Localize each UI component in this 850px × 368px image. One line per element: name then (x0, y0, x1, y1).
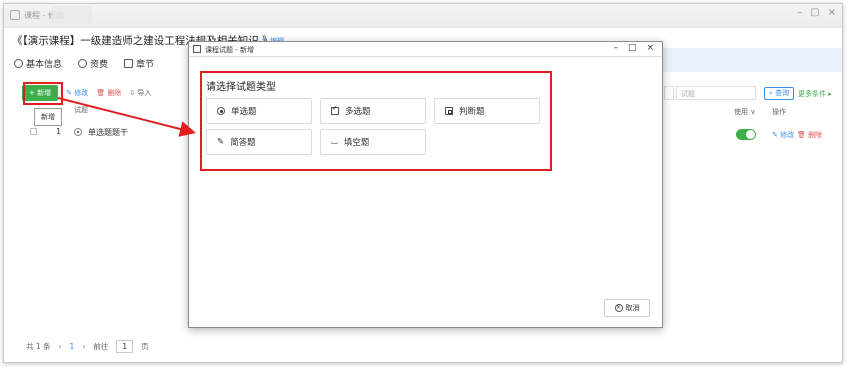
type-fill-blank-button[interactable]: ⌴ 填空题 (320, 129, 426, 155)
radio-icon (217, 107, 225, 115)
delete-button[interactable]: 🗑 删除 (96, 88, 121, 98)
app-titlebar: 课程 - 修改 – ▢ × (4, 4, 842, 28)
window-icon (193, 45, 201, 53)
current-page[interactable]: 1 (70, 342, 75, 351)
column-use-label: 使用 (734, 108, 748, 116)
cancel-button[interactable]: × 取消 (604, 299, 650, 317)
modal-controls: – □ × (613, 43, 654, 53)
edit-button[interactable]: ✎ 修改 (66, 88, 88, 98)
search-prefix-box (664, 86, 674, 100)
course-tabs: 基本信息 资费 章节 (14, 57, 154, 70)
close-icon[interactable]: × (828, 7, 836, 18)
column-operation: 操作 (772, 108, 786, 116)
minimize-icon[interactable]: – (613, 43, 618, 53)
goto-prefix: 前往 (93, 342, 109, 351)
question-type-panel: 请选择试题类型 单选题 多选题 判断题 ✎ 简答题 ⌴ 填空题 (200, 71, 552, 171)
row-delete-link[interactable]: 🗑 删除 (797, 130, 822, 140)
tab-label: 资费 (90, 60, 109, 70)
app-logo-icon (10, 10, 20, 20)
import-label: 导入 (137, 89, 152, 97)
goto-suffix: 页 (141, 342, 149, 351)
delete-label: 删除 (107, 89, 122, 97)
query-label: 查询 (775, 89, 790, 97)
title-blur (52, 6, 92, 24)
use-toggle[interactable] (736, 129, 756, 140)
more-label: 更多条件 (798, 90, 826, 98)
window-controls: – ▢ × (797, 7, 836, 18)
row-checkbox[interactable] (30, 128, 37, 135)
maximize-icon[interactable]: ▢ (810, 7, 819, 18)
search-input[interactable]: 试题 (676, 86, 756, 100)
next-page-icon[interactable]: › (82, 342, 85, 351)
row-title: 单选题题干 (88, 128, 128, 137)
annotation-box-add (23, 82, 63, 105)
judge-icon (445, 107, 453, 115)
type-label: 多选题 (345, 107, 371, 117)
type-heading: 请选择试题类型 (206, 82, 276, 93)
row-edit-link[interactable]: ✎ 修改 (772, 130, 794, 140)
type-judge-button[interactable]: 判断题 (434, 98, 540, 124)
total-count: 共 1 条 (26, 342, 51, 351)
row-index: 1 (56, 127, 62, 136)
tab-label: 基本信息 (26, 60, 63, 70)
header-strip (662, 48, 842, 72)
edit-label: 修改 (74, 89, 89, 97)
money-icon (78, 59, 88, 68)
pagination: 共 1 条 ‹ 1 › 前往 1 页 (26, 340, 149, 353)
edit-icon: ✎ (217, 137, 225, 147)
import-button[interactable]: ⇩ 导入 (129, 88, 151, 98)
prev-page-icon[interactable]: ‹ (59, 342, 62, 351)
type-label: 判断题 (459, 107, 485, 117)
type-label: 简答题 (230, 138, 256, 148)
minimize-icon[interactable]: – (797, 7, 802, 18)
modal-titlebar: 课程试题 - 新增 – □ × (189, 42, 662, 57)
type-single-choice-button[interactable]: 单选题 (206, 98, 312, 124)
row-edit-label: 修改 (780, 131, 795, 139)
tab-fees[interactable]: 资费 (78, 57, 108, 70)
cancel-label: 取消 (625, 304, 640, 312)
checkbox-icon (331, 104, 339, 115)
type-label: 填空题 (343, 138, 370, 148)
tab-basic-info[interactable]: 基本信息 (14, 57, 62, 70)
row-delete-label: 删除 (808, 131, 823, 139)
goto-page-input[interactable]: 1 (116, 340, 134, 353)
close-icon[interactable]: × (646, 43, 654, 53)
tab-label: 章节 (136, 60, 155, 70)
radio-icon (74, 128, 82, 136)
type-multi-choice-button[interactable]: 多选题 (320, 98, 426, 124)
type-label: 单选题 (231, 107, 257, 117)
type-short-answer-button[interactable]: ✎ 简答题 (206, 129, 312, 155)
column-use: 使用 ∨ (734, 108, 756, 116)
query-button[interactable]: ⌕ 查询 (764, 87, 794, 100)
modal-title: 课程试题 - 新增 (205, 46, 254, 54)
table-header: 试题 (26, 105, 186, 119)
maximize-icon[interactable]: □ (628, 43, 637, 53)
more-conditions-link[interactable]: 更多条件 ▸ (798, 89, 832, 99)
blank-icon: ⌴ (331, 137, 338, 147)
tab-chapters[interactable]: 章节 (124, 57, 154, 70)
chapter-icon (124, 59, 134, 68)
add-question-modal: 课程试题 - 新增 – □ × 请选择试题类型 单选题 多选题 判断题 ✎ 简答… (188, 41, 663, 328)
gear-icon (14, 59, 23, 68)
cancel-icon: × (614, 304, 623, 312)
column-question: 试题 (74, 106, 88, 114)
